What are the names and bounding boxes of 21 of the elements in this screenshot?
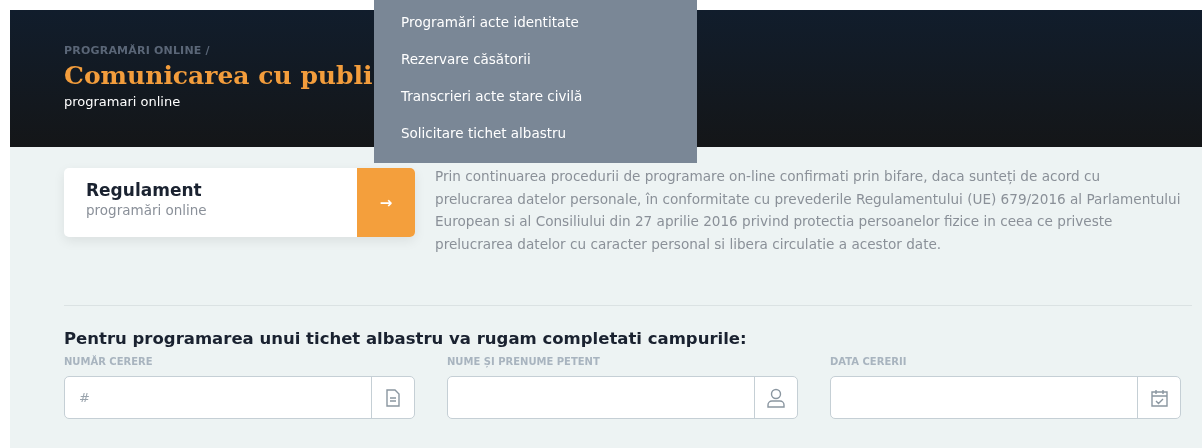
arrow-button[interactable]: → bbox=[357, 168, 415, 237]
breadcrumb: PROGRAMĂRI ONLINE / bbox=[64, 44, 210, 57]
form-heading: Pentru programarea unui tichet albastru va rugam completati campurile: bbox=[64, 329, 748, 348]
menu-item[interactable]: Transcrieri acte stare civilă bbox=[401, 82, 697, 119]
consent-text: Prin continuarea procedurii de programare on-line confirmati prin bifare, daca sunteți de acord cu prelucrarea datelor personale, în conformitate cu prevederile Regulamentului (UE) 679/2016 al Parlamentului European si al Consiliului din 27 aprilie 2016 privind protectia persoanelor fizice in ceea ce priveste prelucrarea datelor cu caracter personal si libera circulatie a acestor date. bbox=[435, 167, 1181, 254]
input-field[interactable]: # bbox=[64, 376, 415, 419]
page-subtitle: programari online bbox=[64, 94, 181, 109]
calendar-check-icon bbox=[1150, 388, 1168, 407]
menu-item[interactable]: Solicitare tichet albastru bbox=[401, 119, 697, 156]
field-label: NUMĂR CERERE bbox=[64, 356, 154, 367]
menu-item[interactable]: Programări acte identitate bbox=[401, 8, 697, 45]
input-field[interactable] bbox=[447, 376, 798, 419]
menu-item[interactable]: Rezervare căsătorii bbox=[401, 45, 697, 82]
field-label: NUME ȘI PRENUME PETENT bbox=[447, 356, 601, 367]
card-subtitle: programări online bbox=[86, 202, 208, 218]
document-icon bbox=[386, 388, 400, 407]
card-title: Regulament bbox=[86, 180, 203, 200]
user-icon bbox=[767, 387, 785, 408]
field-label: DATA CERERII bbox=[830, 356, 908, 367]
input-field[interactable] bbox=[830, 376, 1181, 419]
page-title: Comunicarea cu publi bbox=[64, 61, 373, 90]
